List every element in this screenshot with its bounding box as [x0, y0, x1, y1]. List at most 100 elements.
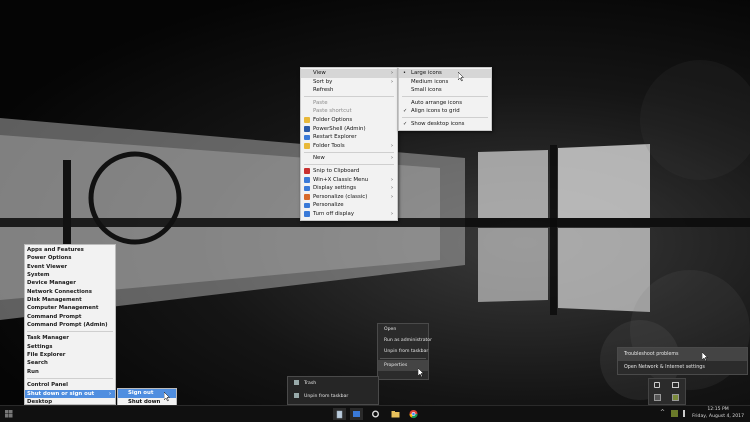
chevron-right-icon: › [391, 78, 393, 85]
menu-item-personalize[interactable]: Personalize [301, 201, 397, 210]
start-button[interactable] [2, 408, 15, 420]
chevron-right-icon: › [391, 176, 393, 183]
menu-item-large-icons[interactable]: • Large icons [399, 69, 491, 78]
menu-item-label: Personalize (classic) [313, 193, 368, 200]
recycle-bin-icon [336, 410, 343, 419]
mouse-pointer-icon [458, 72, 464, 82]
action-center-icon[interactable] [672, 382, 679, 388]
winx-item-event-viewer[interactable]: Event Viewer [25, 263, 115, 271]
windows-icon [304, 177, 310, 183]
menu-item-win-x-classic-menu[interactable]: Win+X Classic Menu › [301, 176, 397, 185]
chevron-right-icon: › [391, 70, 393, 76]
menu-separator [27, 378, 113, 380]
menu-item-new[interactable]: New › [301, 154, 397, 163]
settings-taskbar-button[interactable] [369, 408, 382, 420]
chevron-right-icon: › [391, 142, 393, 149]
menu-item-folder-options[interactable]: Folder Options [301, 116, 397, 125]
menu-item-label: Large icons [411, 70, 442, 76]
winx-item-run[interactable]: Run [25, 368, 115, 376]
menu-item-label: Network Connections [27, 288, 92, 295]
menu-item-folder-tools[interactable]: Folder Tools › [301, 142, 397, 151]
menu-item-unpin-from-taskbar[interactable]: Unpin from taskbar [378, 346, 428, 357]
winx-item-file-explorer[interactable]: File Explorer [25, 351, 115, 359]
menu-item-open[interactable]: Open [378, 324, 428, 335]
menu-item-label: Unpin from taskbar [384, 349, 429, 354]
winx-item-power-options[interactable]: Power Options [25, 254, 115, 262]
winx-item-search[interactable]: Search [25, 359, 115, 367]
menu-item-label: File Explorer [27, 352, 66, 359]
winx-item-network-connections[interactable]: Network Connections [25, 288, 115, 296]
menu-item-label: Folder Tools [313, 142, 345, 149]
menu-item-label: Task Manager [27, 335, 69, 342]
menu-item-refresh[interactable]: Refresh [301, 86, 397, 95]
chevron-right-icon: › [391, 155, 393, 162]
app-tray-icon[interactable] [654, 394, 661, 401]
menu-item-label: Align icons to grid [411, 108, 460, 115]
menu-item-restart-explorer[interactable]: Restart Explorer [301, 133, 397, 142]
menu-item-align-icons-to-grid[interactable]: ✓ Align icons to grid [399, 107, 491, 116]
menu-item-run-as-administrator[interactable]: Run as administrator [378, 335, 432, 346]
winx-item-disk-management[interactable]: Disk Management [25, 296, 115, 304]
chrome-taskbar-button[interactable] [407, 408, 420, 420]
menu-item-personalize-classic[interactable]: Personalize (classic) › [301, 193, 397, 202]
winx-item-apps-and-features[interactable]: Apps and Features [25, 246, 115, 254]
menu-item-display-settings[interactable]: Display settings › [301, 184, 397, 193]
menu-separator [304, 151, 394, 153]
menu-item-view[interactable]: View › [301, 69, 397, 78]
volume-icon[interactable] [654, 382, 660, 388]
winx-item-system[interactable]: System [25, 271, 115, 279]
winx-item-command-prompt[interactable]: Command Prompt [25, 313, 115, 321]
window-app-icon [353, 411, 360, 417]
volume-taskbar-icon[interactable] [683, 410, 689, 417]
menu-item-unpin-from-taskbar[interactable]: Unpin from taskbar [288, 390, 378, 403]
mouse-pointer-icon [702, 352, 708, 362]
menu-item-small-icons[interactable]: Small icons [399, 86, 491, 95]
gear-icon [372, 410, 379, 418]
winx-item-settings[interactable]: Settings [25, 343, 115, 351]
menu-item-label: Trash [304, 381, 317, 386]
menu-item-auto-arrange-icons[interactable]: Auto arrange icons [399, 99, 491, 108]
winx-item-shut-down-or-sign-out[interactable]: Shut down or sign out › [25, 389, 115, 398]
winx-item-task-manager[interactable]: Task Manager [25, 334, 115, 342]
menu-item-turn-off-display[interactable]: Turn off display › [301, 210, 397, 219]
menu-item-label: Apps and Features [27, 247, 84, 253]
recycle-bin-taskbar-button[interactable] [333, 408, 346, 420]
desktop-context-menu: View › Sort by › Refresh Paste Paste shortcut F… [300, 67, 398, 221]
folder-icon [391, 411, 400, 418]
menu-separator [402, 117, 488, 119]
menu-item-open-network-internet-settings[interactable]: Open Network & Internet settings [618, 361, 747, 374]
menu-item-label: Sort by [313, 78, 333, 85]
taskbar-clock[interactable]: 12:15 PM Friday, August 4, 2017 [692, 407, 744, 420]
menu-item-label: Run as administrator [384, 338, 433, 343]
menu-item-label: Device Manager [27, 280, 76, 287]
menu-item-medium-icons[interactable]: Medium icons [399, 78, 491, 87]
menu-item-paste-shortcut[interactable]: Paste shortcut [301, 107, 397, 116]
winx-item-command-prompt-admin[interactable]: Command Prompt (Admin) [25, 321, 115, 329]
menu-item-label: Shut down or sign out [27, 390, 95, 397]
chevron-right-icon: › [391, 193, 393, 200]
network-taskbar-icon[interactable] [671, 410, 678, 417]
app-taskbar-button[interactable] [350, 408, 363, 420]
menu-item-powershell-admin[interactable]: PowerShell (Admin) [301, 125, 397, 134]
menu-item-show-desktop-icons[interactable]: ✓ Show desktop icons [399, 120, 491, 129]
menu-item-snip-to-clipboard[interactable]: Snip to Clipboard [301, 167, 397, 176]
menu-item-trash[interactable]: Trash [288, 377, 378, 390]
menu-item-label: Snip to Clipboard [313, 167, 360, 174]
menu-item-label: Win+X Classic Menu [313, 176, 369, 183]
menu-item-label: Display settings [313, 185, 357, 192]
winx-item-control-panel[interactable]: Control Panel [25, 381, 115, 389]
menu-item-label: Sign out [128, 390, 154, 396]
winx-item-computer-management[interactable]: Computer Management [25, 304, 115, 312]
menu-separator [304, 164, 394, 166]
network-tray-icon[interactable] [672, 394, 679, 401]
menu-item-label: Restart Explorer [313, 134, 357, 141]
menu-item-sort-by[interactable]: Sort by › [301, 78, 397, 87]
menu-item-paste[interactable]: Paste [301, 99, 397, 108]
winx-item-device-manager[interactable]: Device Manager [25, 279, 115, 287]
menu-separator [402, 96, 488, 98]
file-explorer-taskbar-button[interactable] [389, 408, 402, 420]
menu-item-label: Run [27, 368, 39, 375]
menu-item-troubleshoot-problems[interactable]: Troubleshoot problems [618, 348, 747, 361]
menu-item-label: Medium icons [411, 78, 449, 85]
tray-chevron-button[interactable]: ^ [660, 409, 665, 416]
